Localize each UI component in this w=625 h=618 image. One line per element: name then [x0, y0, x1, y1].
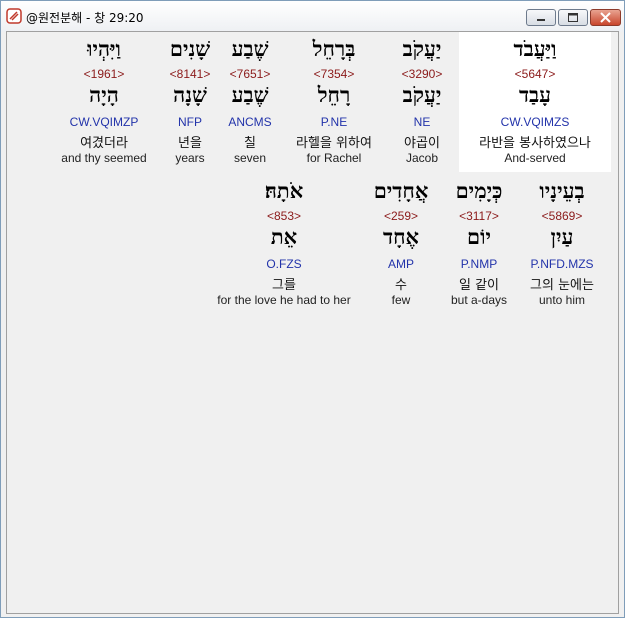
hebrew-lexeme: יוֹם — [467, 224, 491, 249]
hebrew-word: שֶׁבַע — [231, 36, 269, 61]
hebrew-lexeme: שֶׁבַע — [231, 82, 269, 107]
hebrew-word: אֲחָדִים — [373, 178, 429, 203]
hebrew-lexeme: עַיִן — [550, 224, 574, 249]
hebrew-word: בְעֵינָיו — [539, 178, 585, 203]
strong-number[interactable]: <7354> — [282, 67, 386, 81]
hebrew-word: יַעֲקֹב — [402, 36, 442, 61]
close-button[interactable] — [590, 9, 621, 26]
korean-gloss: 수 — [395, 278, 407, 293]
interlinear-panel[interactable]: וַיַּעֲבֹד <5647> עָבַד CW.VQIMZS 라반을 봉사… — [6, 31, 619, 614]
title-bar[interactable]: @원전분해 - 창 29:20 — [1, 1, 624, 32]
app-window: @원전분해 - 창 29:20 וַיַּעֲבֹד <5647> עָבַד … — [0, 0, 625, 618]
strong-number[interactable]: <5647> — [459, 67, 611, 81]
word-7[interactable]: כְּיָמִים <3117> יוֹם P.NMP 일 같이 but a-d… — [441, 174, 517, 314]
word-4[interactable]: שָׁנִים <8141> שָׁנָה NFP 년을 years — [162, 32, 218, 172]
english-gloss: Jacob — [405, 151, 439, 165]
strong-number[interactable]: <7651> — [220, 67, 280, 81]
word-0[interactable]: וַיַּעֲבֹד <5647> עָבַד CW.VQIMZS 라반을 봉사… — [459, 32, 611, 172]
english-gloss: for Rachel — [306, 151, 362, 165]
parsing-code: P.NFD.MZS — [530, 257, 594, 271]
parsing-code: NE — [413, 115, 431, 129]
minimize-button[interactable] — [526, 9, 556, 26]
word-3[interactable]: שֶׁבַע <7651> שֶׁבַע ANCMS 칠 seven — [220, 32, 280, 172]
english-gloss: and thy seemed — [61, 151, 147, 165]
maximize-icon — [568, 13, 578, 22]
hebrew-lexeme: אֶחָד — [382, 224, 419, 249]
app-icon — [6, 8, 22, 24]
close-icon — [600, 12, 611, 23]
parsing-code: CW.VQIMZP — [69, 115, 139, 129]
strong-number[interactable]: <3117> — [441, 209, 517, 223]
korean-gloss: 일 같이 — [458, 278, 499, 293]
parsing-code: P.NE — [320, 115, 348, 129]
word-9[interactable]: אֹתָהּ׃ <853> אֵת O.FZS 그를 for the love … — [207, 174, 361, 314]
english-gloss: few — [391, 293, 411, 307]
parsing-code: ANCMS — [228, 115, 272, 129]
strong-number[interactable]: <1961> — [52, 67, 156, 81]
hebrew-lexeme: שָׁנָה — [173, 82, 207, 107]
korean-gloss: 야곱이 — [404, 136, 440, 151]
hebrew-word: בְּרָחֵל — [312, 36, 356, 61]
parsing-code: O.FZS — [266, 257, 302, 271]
hebrew-word: שָׁנִים — [169, 36, 211, 61]
korean-gloss: 여겼더라 — [80, 136, 128, 151]
word-2[interactable]: בְּרָחֵל <7354> רָחֵל P.NE 라헬을 위하여 for R… — [282, 32, 386, 172]
word-6[interactable]: בְעֵינָיו <5869> עַיִן P.NFD.MZS 그의 눈에는 … — [519, 174, 605, 314]
hebrew-word: וַיִּהְיוּ — [87, 36, 121, 61]
word-1[interactable]: יַעֲקֹב <3290> יַעֲקֹב NE 야곱이 Jacob — [385, 32, 459, 172]
english-gloss: seven — [233, 151, 267, 165]
word-5[interactable]: וַיִּהְיוּ <1961> הָיָה CW.VQIMZP 여겼더라 a… — [52, 32, 156, 172]
korean-gloss: 그를 — [272, 278, 296, 293]
english-gloss: years — [175, 151, 205, 165]
strong-number[interactable]: <259> — [363, 209, 439, 223]
korean-gloss: 년을 — [178, 136, 202, 151]
parsing-code: AMP — [387, 257, 414, 271]
maximize-button[interactable] — [558, 9, 588, 26]
english-gloss: unto him — [538, 293, 586, 307]
hebrew-lexeme: יַעֲקֹב — [402, 82, 442, 107]
hebrew-lexeme: רָחֵל — [317, 82, 351, 107]
english-gloss: And-served — [504, 151, 566, 165]
window-title: @원전분해 - 창 29:20 — [26, 11, 144, 25]
hebrew-lexeme: עָבַד — [518, 82, 552, 107]
hebrew-lexeme: הָיָה — [89, 82, 119, 107]
english-gloss: for the love he had to her — [217, 293, 351, 307]
english-gloss: but a-days — [450, 293, 508, 307]
korean-gloss: 칠 — [244, 136, 256, 151]
parsing-code: NFP — [178, 115, 202, 129]
hebrew-word: וַיַּעֲבֹד — [513, 36, 557, 61]
korean-gloss: 라헬을 위하여 — [296, 136, 372, 151]
parsing-code: P.NMP — [460, 257, 498, 271]
hebrew-word: אֹתָהּ׃ — [264, 178, 304, 203]
strong-number[interactable]: <8141> — [162, 67, 218, 81]
korean-gloss: 라반을 봉사하였으나 — [479, 136, 591, 151]
parsing-code: CW.VQIMZS — [500, 115, 570, 129]
korean-gloss: 그의 눈에는 — [530, 278, 594, 293]
strong-number[interactable]: <5869> — [519, 209, 605, 223]
strong-number[interactable]: <853> — [207, 209, 361, 223]
hebrew-lexeme: אֵת — [270, 224, 298, 249]
word-8[interactable]: אֲחָדִים <259> אֶחָד AMP 수 few — [363, 174, 439, 314]
minimize-icon — [537, 19, 545, 21]
hebrew-word: כְּיָמִים — [455, 178, 503, 203]
strong-number[interactable]: <3290> — [385, 67, 459, 81]
